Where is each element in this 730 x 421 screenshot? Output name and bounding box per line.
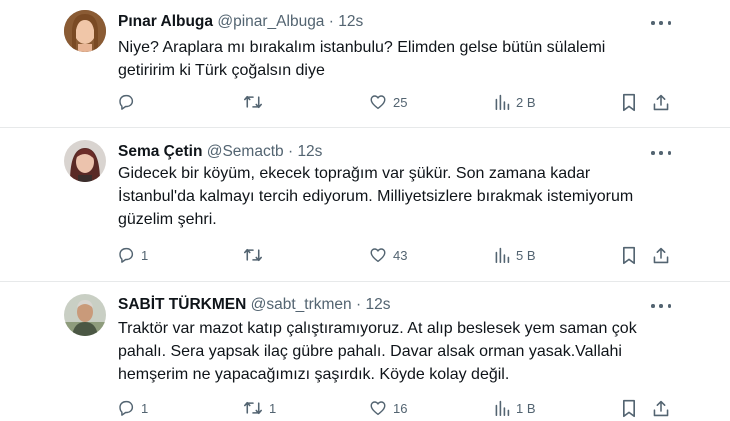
- timestamp[interactable]: 12s: [338, 13, 363, 30]
- reply-icon: [119, 247, 134, 263]
- timestamp[interactable]: 12s: [365, 296, 390, 313]
- tweet-line: pahalı. Sera yapsak ilaç gübre pahalı. D…: [118, 343, 622, 360]
- retweet-button[interactable]: [243, 246, 269, 264]
- separator: ·: [355, 296, 362, 313]
- tweet-3[interactable]: SABİT TÜRKMEN @sabt_trkmen · 12s Traktör…: [0, 282, 730, 420]
- tweet-text: Traktör var mazot katıp çalıştıramıyoruz…: [118, 317, 663, 386]
- tweet-actions: 1 1 16 1 B: [0, 399, 730, 421]
- tweet-header: SABİT TÜRKMEN @sabt_trkmen · 12s: [118, 296, 390, 314]
- analytics-icon: [495, 400, 510, 416]
- retweet-icon: [244, 401, 262, 415]
- more-icon[interactable]: [651, 298, 671, 314]
- retweet-button[interactable]: [243, 93, 269, 111]
- tweet-actions: 1 43 5 B: [0, 246, 730, 268]
- views-count: 1 B: [516, 400, 536, 416]
- tweet-2[interactable]: Sema Çetin @Semactb · 12s Gidecek bir kö…: [0, 128, 730, 281]
- views-button[interactable]: 2 B: [494, 93, 536, 111]
- avatar-pinar[interactable]: [64, 10, 106, 52]
- timestamp[interactable]: 12s: [297, 143, 322, 160]
- handle[interactable]: @pinar_Albuga: [217, 13, 324, 30]
- like-button[interactable]: 43: [369, 246, 407, 264]
- bookmark-icon: [622, 246, 636, 265]
- share-icon: [653, 247, 669, 264]
- separator: ·: [287, 143, 294, 160]
- separator: ·: [328, 13, 334, 30]
- display-name[interactable]: Sema Çetin: [118, 143, 202, 160]
- avatar-sema[interactable]: [64, 140, 106, 182]
- views-count: 5 B: [516, 247, 536, 263]
- bookmark-button[interactable]: [621, 399, 637, 418]
- share-button[interactable]: [652, 399, 670, 418]
- share-button[interactable]: [652, 93, 670, 112]
- share-button[interactable]: [652, 246, 670, 265]
- tweet-line: Niye? Araplara mı bırakalım istanbulu? E…: [118, 39, 606, 56]
- reply-button[interactable]: [117, 93, 141, 111]
- views-count: 2 B: [516, 94, 536, 110]
- views-button[interactable]: 1 B: [494, 399, 536, 417]
- tweet-header: Pınar Albuga @pinar_Albuga · 12s: [118, 13, 363, 31]
- reply-icon: [119, 400, 134, 416]
- heart-icon: [370, 95, 386, 110]
- tweet-line: Traktör var mazot katıp çalıştıramıyoruz…: [118, 320, 637, 337]
- reply-count: 1: [141, 247, 149, 263]
- handle[interactable]: @Semactb: [207, 143, 284, 160]
- tweet-line: getiririm ki Türk çoğalsın diye: [118, 62, 325, 79]
- retweet-icon: [244, 248, 262, 262]
- like-count: 16: [393, 400, 408, 416]
- like-button[interactable]: 16: [369, 399, 407, 417]
- handle[interactable]: @sabt_trkmen: [251, 296, 352, 313]
- retweet-button[interactable]: 1: [243, 399, 276, 417]
- avatar-sabit[interactable]: [64, 294, 106, 336]
- tweet-actions: 25 2 B: [0, 93, 730, 115]
- heart-icon: [370, 401, 386, 416]
- reply-count: 1: [141, 400, 149, 416]
- tweet-header: Sema Çetin @Semactb · 12s: [118, 143, 322, 161]
- tweet-line: hemşerim ne yapacağımızı şaşırdık. Köyde…: [118, 366, 510, 383]
- bookmark-icon: [622, 93, 636, 112]
- like-count: 43: [393, 247, 408, 263]
- tweet-line: güzelim şehri.: [118, 211, 217, 228]
- tweet-text: Niye? Araplara mı bırakalım istanbulu? E…: [118, 36, 663, 82]
- views-button[interactable]: 5 B: [494, 246, 536, 264]
- bookmark-icon: [622, 399, 636, 418]
- more-icon[interactable]: [651, 15, 671, 31]
- display-name[interactable]: SABİT TÜRKMEN: [118, 296, 246, 313]
- tweet-line: İstanbul'da kalmayı tercih ediyorum. Mil…: [118, 188, 634, 205]
- tweet-text: Gidecek bir köyüm, ekecek toprağım var ş…: [118, 162, 663, 231]
- tweet-line: Gidecek bir köyüm, ekecek toprağım var ş…: [118, 165, 591, 182]
- analytics-icon: [495, 94, 510, 110]
- share-icon: [653, 400, 669, 417]
- reply-button[interactable]: 1: [117, 399, 148, 417]
- bookmark-button[interactable]: [621, 246, 637, 265]
- display-name[interactable]: Pınar Albuga: [118, 13, 213, 30]
- reply-icon: [119, 94, 134, 110]
- share-icon: [653, 94, 669, 111]
- retweet-count: 1: [269, 400, 277, 416]
- like-count: 25: [393, 94, 408, 110]
- analytics-icon: [495, 247, 510, 263]
- tweet-1[interactable]: Pınar Albuga @pinar_Albuga · 12s Niye? A…: [0, 0, 730, 127]
- like-button[interactable]: 25: [369, 93, 407, 111]
- heart-icon: [370, 248, 386, 263]
- bookmark-button[interactable]: [621, 93, 637, 112]
- more-icon[interactable]: [651, 145, 671, 161]
- reply-button[interactable]: 1: [117, 246, 148, 264]
- retweet-icon: [244, 95, 262, 109]
